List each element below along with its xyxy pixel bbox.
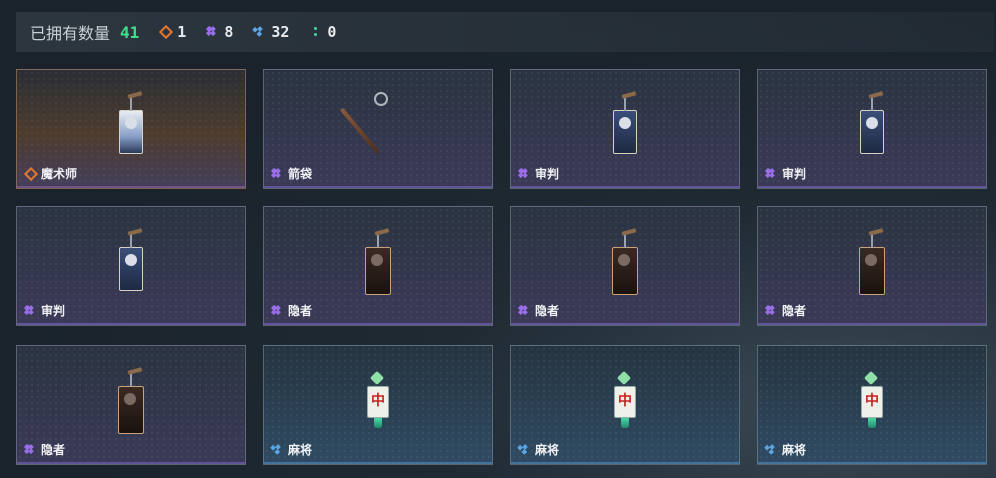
rarity-bar: [511, 462, 739, 464]
item-name: 隐者: [520, 302, 559, 319]
item-name-label: 魔术师: [41, 167, 78, 181]
rarity-bar: [758, 186, 986, 188]
blue-rarity-icon: [520, 445, 530, 455]
purple-rarity-icon: [520, 306, 530, 316]
item-name: 隐者: [767, 302, 806, 319]
item-card[interactable]: 箭袋: [263, 69, 493, 189]
item-name-label: 箭袋: [288, 167, 313, 181]
item-name-label: 隐者: [535, 304, 560, 318]
stat-blue-value: 32: [271, 23, 290, 41]
stat-green: 0: [311, 23, 336, 41]
item-card[interactable]: 隐者: [16, 345, 246, 465]
mahjong-tile-char: 中: [371, 393, 385, 409]
item-name: 隐者: [26, 441, 65, 458]
item-name: 魔术师: [23, 165, 78, 182]
blue-rarity-icon: [273, 445, 283, 455]
item-name-label: 隐者: [782, 304, 807, 318]
rarity-bar: [264, 186, 492, 188]
orange-rarity-icon: [23, 166, 39, 181]
tarot-charm-icon: [118, 372, 144, 434]
rarity-bar: [264, 462, 492, 464]
purple-rarity-icon: [208, 27, 218, 37]
item-name: 隐者: [273, 302, 312, 319]
item-name-label: 麻将: [782, 443, 807, 457]
collection-summary-bar: 已拥有数量 41 1 8 32 0: [16, 12, 994, 52]
item-name-label: 麻将: [535, 443, 560, 457]
item-card[interactable]: 审判: [510, 69, 740, 189]
purple-rarity-icon: [273, 306, 283, 316]
rarity-bar: [264, 323, 492, 325]
item-name: 审判: [520, 165, 559, 182]
item-card[interactable]: 中麻将: [757, 345, 987, 465]
item-name: 麻将: [767, 441, 806, 458]
item-name: 审判: [767, 165, 806, 182]
purple-rarity-icon: [273, 169, 283, 179]
purple-rarity-icon: [767, 169, 777, 179]
item-name-label: 审判: [782, 167, 807, 181]
blue-rarity-icon: [767, 445, 777, 455]
tarot-charm-icon: [365, 233, 391, 295]
mahjong-tile-char: 中: [618, 393, 632, 409]
purple-rarity-icon: [767, 306, 777, 316]
stat-purple: 8: [208, 23, 233, 41]
stat-orange: 1: [159, 23, 187, 41]
orange-rarity-icon: [159, 24, 174, 40]
rarity-bar: [17, 323, 245, 325]
stat-purple-value: 8: [224, 23, 234, 41]
blue-rarity-icon: [255, 27, 265, 37]
purple-rarity-icon: [26, 306, 36, 316]
owned-count: 41: [120, 22, 140, 42]
stat-green-value: 0: [327, 23, 337, 41]
item-name-label: 隐者: [288, 304, 313, 318]
item-name: 审判: [26, 302, 65, 319]
green-rarity-icon: [311, 27, 321, 37]
item-card[interactable]: 审判: [16, 206, 246, 326]
owned-label: 已拥有数量: [30, 24, 111, 43]
item-name: 箭袋: [273, 165, 312, 182]
item-name-label: 隐者: [41, 443, 66, 457]
item-name-label: 审判: [41, 304, 66, 318]
rarity-bar: [511, 323, 739, 325]
mahjong-charm-icon: 中: [367, 370, 389, 428]
item-card[interactable]: 中麻将: [510, 345, 740, 465]
mahjong-charm-icon: 中: [614, 370, 636, 428]
purple-rarity-icon: [26, 445, 36, 455]
item-card[interactable]: 隐者: [510, 206, 740, 326]
mahjong-tile-char: 中: [865, 393, 879, 409]
mahjong-charm-icon: 中: [861, 370, 883, 428]
tarot-charm-icon: [119, 233, 143, 291]
item-card[interactable]: 魔术师: [16, 69, 246, 189]
rarity-bar: [758, 462, 986, 464]
tarot-charm-icon: [613, 96, 637, 154]
rarity-bar: [511, 186, 739, 188]
rarity-bar: [17, 186, 245, 188]
item-name: 麻将: [520, 441, 559, 458]
stat-orange-value: 1: [177, 23, 187, 41]
item-name: 麻将: [273, 441, 312, 458]
tarot-charm-icon: [860, 96, 884, 154]
tarot-charm-icon: [612, 233, 638, 295]
item-name-label: 审判: [535, 167, 560, 181]
quiver-charm-icon: [339, 92, 388, 158]
item-card[interactable]: 隐者: [263, 206, 493, 326]
purple-rarity-icon: [520, 169, 530, 179]
item-card[interactable]: 审判: [757, 69, 987, 189]
stat-blue: 32: [255, 23, 289, 41]
item-card[interactable]: 中麻将: [263, 345, 493, 465]
item-card[interactable]: 隐者: [757, 206, 987, 326]
item-name-label: 麻将: [288, 443, 313, 457]
tarot-charm-icon: [119, 96, 143, 154]
rarity-bar: [17, 462, 245, 464]
rarity-bar: [758, 323, 986, 325]
tarot-charm-icon: [859, 233, 885, 295]
